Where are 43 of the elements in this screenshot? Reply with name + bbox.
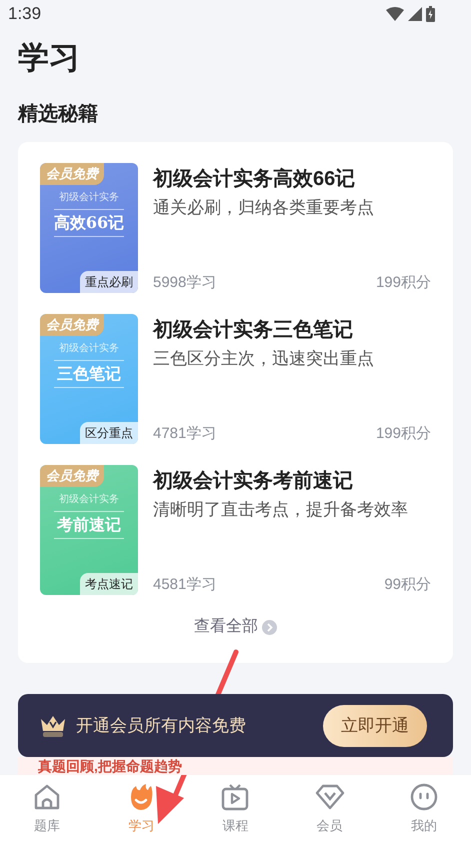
- wifi-icon: [386, 7, 404, 21]
- cover-tag: 区分重点: [80, 422, 138, 444]
- banner-text: 开通会员所有内容免费: [76, 714, 246, 737]
- cover-series: 初级会计实务: [59, 191, 119, 205]
- cover-title: 三色笔记: [57, 363, 121, 385]
- book-description: 通关必刷，归纳各类重要考点: [153, 197, 375, 219]
- book-name[interactable]: 初级会计实务三色笔记: [153, 317, 431, 343]
- profile-icon: [410, 782, 438, 811]
- join-button[interactable]: 立即开通: [323, 704, 427, 746]
- signal-icon: [408, 7, 422, 21]
- home-icon: [33, 782, 62, 811]
- diamond-icon: [314, 782, 345, 811]
- book-name[interactable]: 初级会计实务考前速记: [153, 468, 431, 494]
- cover-tag: 重点必刷: [80, 271, 138, 293]
- cover-series: 初级会计实务: [59, 493, 119, 507]
- points-price: 99积分: [384, 575, 431, 595]
- member-banner[interactable]: 开通会员所有内容免费 立即开通: [18, 694, 453, 757]
- book-cover[interactable]: 会员免费 初级会计实务 三色笔记 区分重点: [40, 314, 138, 444]
- promo-text: 真题回顾,把握命题趋势: [38, 758, 182, 774]
- section-title: 精选秘籍: [16, 102, 99, 127]
- member-free-badge: 会员免费: [40, 465, 104, 487]
- book-cover[interactable]: 会员免费 初级会计实务 高效66记 重点必刷: [40, 163, 138, 293]
- book-description: 三色区分主次，迅速突出重点: [153, 348, 375, 370]
- points-price: 199积分: [376, 273, 431, 293]
- learner-count: 4781学习: [153, 424, 216, 444]
- cover-title: 高效66记: [54, 212, 124, 234]
- view-all-link[interactable]: 查看全部: [194, 615, 277, 639]
- page-title: 学习: [17, 39, 81, 77]
- points-price: 199积分: [376, 424, 431, 444]
- cover-tag: 考点速记: [80, 573, 138, 595]
- book-name[interactable]: 初级会计实务高效66记: [153, 166, 431, 192]
- book-cover[interactable]: 会员免费 初级会计实务 考前速记 考点速记: [40, 465, 138, 595]
- member-free-badge: 会员免费: [40, 163, 104, 185]
- learner-count: 4581学习: [153, 575, 216, 595]
- battery-icon: [426, 6, 435, 22]
- status-time: 1:39: [8, 3, 42, 26]
- tv-icon: [221, 782, 250, 811]
- chevron-right-icon: [262, 620, 277, 634]
- member-free-badge: 会员免费: [40, 314, 104, 336]
- book-description: 清晰明了直击考点，提升备考效率: [153, 499, 409, 521]
- learner-count: 5998学习: [153, 273, 216, 293]
- cover-series: 初级会计实务: [59, 342, 119, 356]
- cover-title: 考前速记: [57, 514, 121, 536]
